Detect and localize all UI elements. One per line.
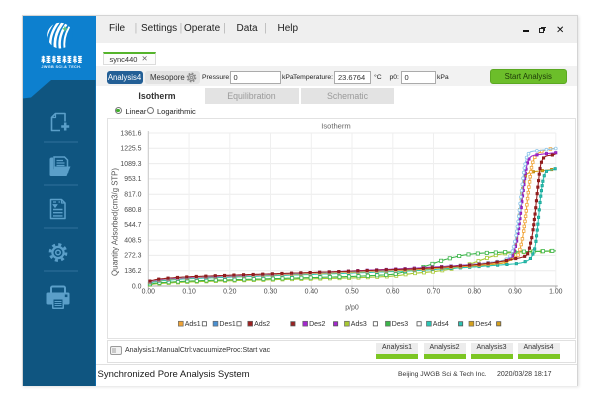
svg-text:1225.5: 1225.5: [120, 146, 141, 153]
svg-text:1361.6: 1361.6: [120, 130, 141, 137]
svg-text:272.3: 272.3: [124, 253, 141, 260]
svg-text:Quantity Adsorbed(cm3/g STP): Quantity Adsorbed(cm3/g STP): [111, 168, 120, 276]
svg-text:953.1: 953.1: [124, 176, 141, 183]
svg-text:Ads4: Ads4: [433, 321, 449, 328]
svg-text:0.60: 0.60: [386, 289, 400, 296]
svg-text:0.40: 0.40: [305, 289, 319, 296]
svg-text:0.30: 0.30: [264, 289, 278, 296]
svg-text:0.0: 0.0: [132, 283, 142, 290]
svg-text:Isotherm: Isotherm: [321, 122, 351, 131]
svg-text:408.5: 408.5: [124, 237, 141, 244]
svg-text:Ads3: Ads3: [351, 321, 367, 328]
svg-text:Des4: Des4: [475, 321, 491, 328]
svg-text:Des1: Des1: [219, 321, 235, 328]
svg-text:0.70: 0.70: [427, 289, 441, 296]
svg-text:0.80: 0.80: [468, 289, 482, 296]
svg-text:p/p0: p/p0: [345, 305, 359, 312]
svg-text:1089.3: 1089.3: [120, 161, 141, 168]
svg-text:Ads2: Ads2: [254, 321, 270, 328]
svg-text:0.50: 0.50: [345, 289, 359, 296]
svg-text:0.20: 0.20: [223, 289, 237, 296]
svg-text:1.00: 1.00: [549, 289, 563, 296]
svg-text:0.00: 0.00: [142, 289, 156, 296]
svg-text:Des3: Des3: [392, 321, 408, 328]
svg-text:Des2: Des2: [309, 321, 325, 328]
svg-text:817.0: 817.0: [124, 192, 141, 199]
svg-text:Ads1: Ads1: [185, 321, 201, 328]
svg-text:544.7: 544.7: [124, 222, 141, 229]
svg-text:680.8: 680.8: [124, 207, 141, 214]
svg-text:136.2: 136.2: [124, 268, 141, 275]
svg-text:0.10: 0.10: [182, 289, 196, 296]
svg-text:0.90: 0.90: [508, 289, 522, 296]
